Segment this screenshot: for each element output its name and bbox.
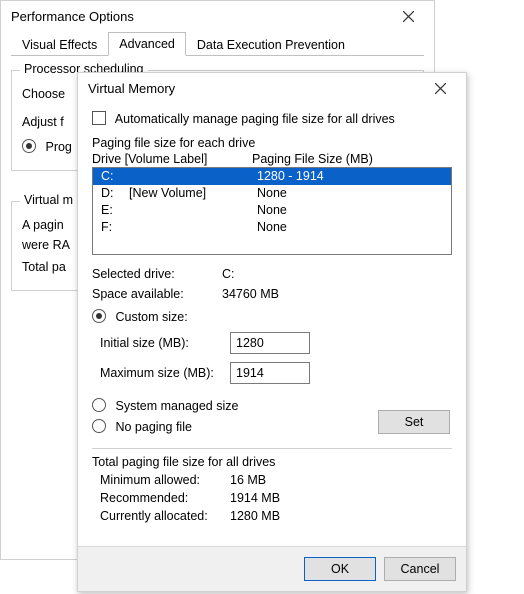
- auto-manage-checkbox[interactable]: [92, 111, 106, 125]
- drive-letter: E:: [97, 202, 129, 219]
- min-allowed-key: Minimum allowed:: [92, 473, 230, 487]
- col-pfs-label: Paging File Size (MB): [252, 152, 373, 166]
- virtual-memory-dialog: Virtual Memory Automatically manage pagi…: [77, 72, 467, 592]
- initial-size-field[interactable]: [230, 332, 310, 354]
- vm-group-title: Virtual m: [20, 193, 77, 207]
- vm-title: Virtual Memory: [88, 81, 175, 96]
- drive-list[interactable]: C: 1280 - 1914 D: [New Volume] None E: N…: [92, 167, 452, 255]
- no-paging-label: No paging file: [115, 420, 191, 434]
- system-managed-radio[interactable]: [92, 398, 106, 412]
- custom-size-radio[interactable]: [92, 309, 106, 323]
- selected-drive-value: C:: [222, 267, 235, 281]
- recommended-row: Recommended: 1914 MB: [92, 491, 452, 505]
- drive-row-e[interactable]: E: None: [93, 202, 451, 219]
- selected-drive-row: Selected drive: C:: [92, 267, 452, 281]
- drive-volume-label: [129, 168, 257, 185]
- drive-letter: F:: [97, 219, 129, 236]
- space-available-key: Space available:: [92, 287, 222, 301]
- auto-manage-label: Automatically manage paging file size fo…: [115, 112, 395, 126]
- perf-tabs: Visual Effects Advanced Data Execution P…: [11, 31, 424, 56]
- col-drive-label: Drive [Volume Label]: [92, 152, 252, 166]
- drive-row-c[interactable]: C: 1280 - 1914: [93, 168, 451, 185]
- tab-visual-effects[interactable]: Visual Effects: [11, 33, 108, 56]
- cancel-button[interactable]: Cancel: [384, 557, 456, 581]
- currently-allocated-value: 1280 MB: [230, 509, 280, 523]
- drive-row-d[interactable]: D: [New Volume] None: [93, 185, 451, 202]
- programs-radio-label: Prog: [45, 140, 71, 154]
- max-size-row: Maximum size (MB):: [92, 362, 452, 384]
- custom-size-label: Custom size:: [115, 310, 187, 324]
- selected-drive-key: Selected drive:: [92, 267, 222, 281]
- perf-close-button[interactable]: [388, 4, 428, 28]
- programs-radio[interactable]: [22, 139, 36, 153]
- ok-button[interactable]: OK: [304, 557, 376, 581]
- each-drive-label: Paging file size for each drive: [92, 136, 452, 150]
- set-button[interactable]: Set: [378, 410, 450, 434]
- perf-titlebar: Performance Options: [1, 1, 434, 31]
- close-icon: [403, 11, 414, 22]
- currently-allocated-key: Currently allocated:: [92, 509, 230, 523]
- space-available-row: Space available: 34760 MB: [92, 287, 452, 301]
- drive-list-header: Drive [Volume Label] Paging File Size (M…: [92, 152, 452, 166]
- totals-title: Total paging file size for all drives: [92, 455, 452, 469]
- drive-volume-label: [129, 202, 257, 219]
- min-allowed-value: 16 MB: [230, 473, 266, 487]
- vm-button-bar: OK Cancel: [78, 546, 466, 591]
- drive-paging-size: None: [257, 185, 447, 202]
- no-paging-radio[interactable]: [92, 419, 106, 433]
- tab-dep[interactable]: Data Execution Prevention: [186, 33, 356, 56]
- auto-manage-row: Automatically manage paging file size fo…: [92, 111, 452, 126]
- custom-size-row: Custom size:: [92, 309, 452, 324]
- currently-allocated-row: Currently allocated: 1280 MB: [92, 509, 452, 523]
- min-allowed-row: Minimum allowed: 16 MB: [92, 473, 452, 487]
- recommended-key: Recommended:: [92, 491, 230, 505]
- perf-title: Performance Options: [11, 9, 134, 24]
- drive-volume-label: [New Volume]: [129, 185, 257, 202]
- drive-paging-size: None: [257, 202, 447, 219]
- vm-titlebar: Virtual Memory: [78, 73, 466, 103]
- drive-paging-size: None: [257, 219, 447, 236]
- tab-advanced[interactable]: Advanced: [108, 32, 186, 56]
- system-managed-label: System managed size: [115, 399, 238, 413]
- drive-letter: C:: [97, 168, 129, 185]
- vm-close-button[interactable]: [420, 76, 460, 100]
- max-size-key: Maximum size (MB):: [92, 366, 230, 380]
- drive-paging-size: 1280 - 1914: [257, 168, 447, 185]
- drive-volume-label: [129, 219, 257, 236]
- drive-row-f[interactable]: F: None: [93, 219, 451, 236]
- recommended-value: 1914 MB: [230, 491, 280, 505]
- separator: [92, 448, 452, 449]
- drive-letter: D:: [97, 185, 129, 202]
- initial-size-key: Initial size (MB):: [92, 336, 230, 350]
- space-available-value: 34760 MB: [222, 287, 279, 301]
- max-size-field[interactable]: [230, 362, 310, 384]
- initial-size-row: Initial size (MB):: [92, 332, 452, 354]
- close-icon: [435, 83, 446, 94]
